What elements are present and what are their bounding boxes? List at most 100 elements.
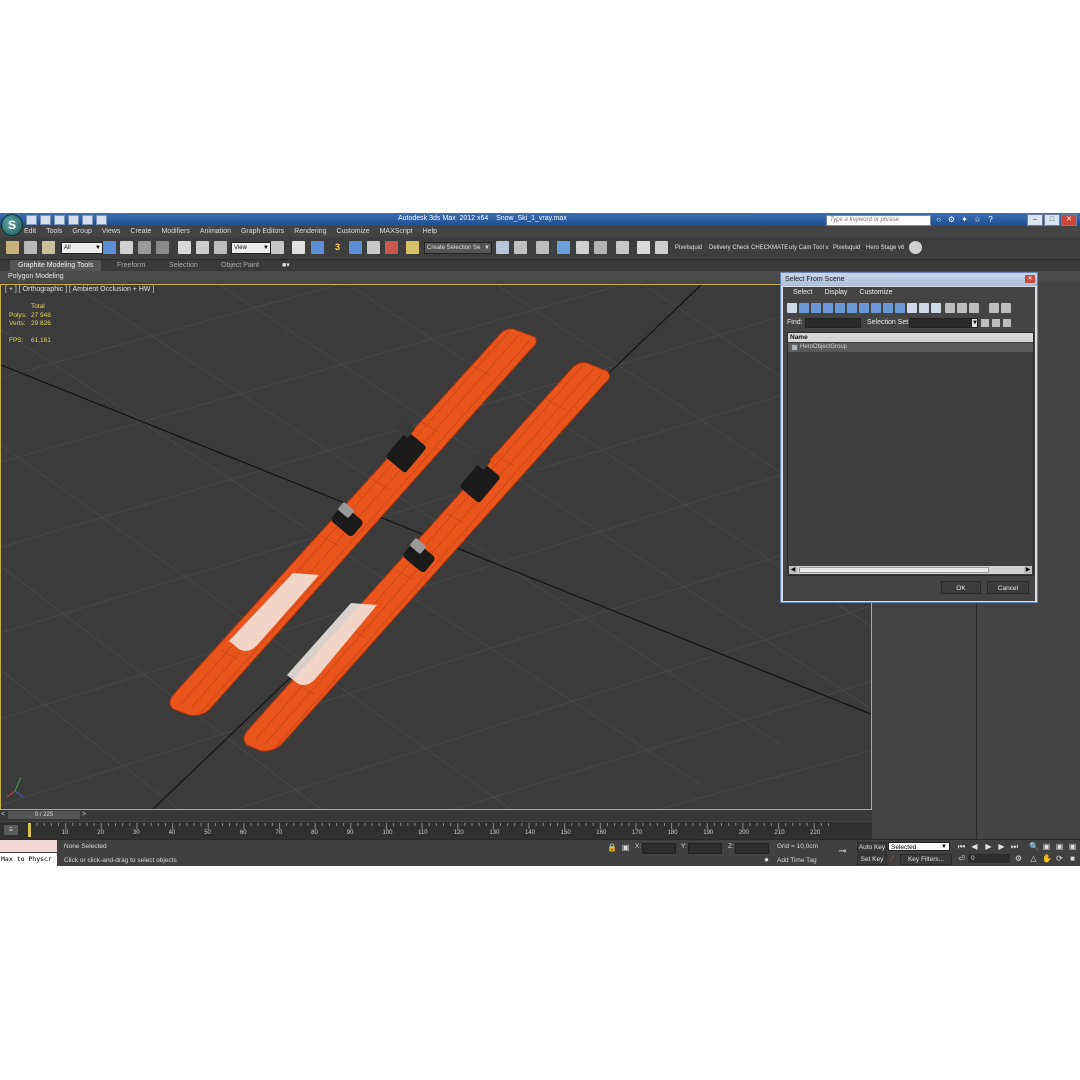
time-tag-icon[interactable]: ● <box>762 855 771 864</box>
spinner-snap-icon[interactable] <box>385 241 398 254</box>
material-editor-icon[interactable] <box>616 241 629 254</box>
graphite-toggle-icon[interactable] <box>557 241 570 254</box>
previous-frame-icon[interactable]: ◀ <box>970 842 979 851</box>
move-icon[interactable] <box>178 241 191 254</box>
time-slider-next-icon[interactable]: > <box>82 811 88 819</box>
bind-space-warp-icon[interactable] <box>42 241 55 254</box>
select-none-icon[interactable] <box>957 303 967 313</box>
display-none-icon[interactable] <box>919 303 929 313</box>
time-slider[interactable]: < 0 / 225 > <box>0 810 872 821</box>
current-frame-marker[interactable] <box>28 823 31 837</box>
menu-customize[interactable]: Customize <box>336 226 369 237</box>
tab-freeform[interactable]: Freeform <box>117 260 145 271</box>
filter-lights-icon[interactable] <box>811 303 821 313</box>
column-header-name[interactable]: Name <box>788 333 1033 342</box>
plugin-hero-stage-button[interactable]: Hero Stage v6 <box>866 245 904 251</box>
selection-lock-icon[interactable]: 🔒 <box>607 843 617 852</box>
field-of-view-icon[interactable]: △ <box>1029 854 1038 863</box>
tab-graphite-modeling-tools[interactable]: Graphite Modeling Tools <box>10 260 102 271</box>
filter-xrefs-icon[interactable] <box>871 303 881 313</box>
filter-shapes-icon[interactable] <box>799 303 809 313</box>
keyboard-shortcut-override-icon[interactable] <box>311 241 324 254</box>
ribbon-options-icon[interactable]: ■▾ <box>282 260 290 271</box>
zoom-all-icon[interactable]: ▣ <box>1042 842 1051 851</box>
menu-rendering[interactable]: Rendering <box>294 226 326 237</box>
zoom-icon[interactable]: 🔍 <box>1029 842 1039 851</box>
close-icon[interactable]: ✕ <box>1061 214 1077 226</box>
scroll-thumb[interactable] <box>799 567 989 573</box>
rotate-icon[interactable] <box>196 241 209 254</box>
absolute-mode-icon[interactable]: ▣ <box>621 843 630 852</box>
next-frame-icon[interactable]: ▶ <box>997 842 1006 851</box>
redo-icon[interactable] <box>82 215 93 225</box>
menu-create[interactable]: Create <box>130 226 151 237</box>
menu-help[interactable]: Help <box>423 226 437 237</box>
list-item[interactable]: HeroObjectGroup <box>788 343 1033 352</box>
window-crossing-icon[interactable] <box>156 241 169 254</box>
keyword-search-input[interactable]: Type a keyword or phrase <box>826 215 931 226</box>
display-all-icon[interactable] <box>907 303 917 313</box>
zoom-extents-icon[interactable]: ▣ <box>1055 842 1064 851</box>
viewport-label[interactable]: [ + ] [ Orthographic ] [ Ambient Occlusi… <box>5 286 154 293</box>
favorites-icon[interactable]: ☆ <box>973 215 982 224</box>
application-button-icon[interactable]: S <box>1 214 23 236</box>
scene-object-list[interactable]: Name HeroObjectGroup ◀ ▶ <box>787 332 1034 576</box>
filter-space-warps-icon[interactable] <box>847 303 857 313</box>
key-filter-icon[interactable]: ∕ <box>888 854 897 863</box>
play-icon[interactable]: ▶ <box>984 842 993 851</box>
menu-edit[interactable]: Edit <box>24 226 36 237</box>
scroll-right-icon[interactable]: ▶ <box>1024 566 1032 574</box>
angle-snap-icon[interactable] <box>349 241 362 254</box>
maxscript-listener[interactable]: Max to Physcr <box>0 840 57 866</box>
dialog-title[interactable]: Select From Scene <box>781 273 1037 286</box>
scroll-left-icon[interactable]: ◀ <box>789 566 797 574</box>
track-bar[interactable]: ☰ 10 20 30 40 50 60 70 80 90 100 110 120 130 140 150 16… <box>0 822 872 839</box>
selection-set-remove-icon[interactable] <box>992 319 1000 327</box>
zoom-extents-all-icon[interactable]: ▣ <box>1068 842 1077 851</box>
x-coordinate-field[interactable] <box>642 843 676 854</box>
dialog-menu-select[interactable]: Select <box>793 287 812 299</box>
link-icon[interactable] <box>6 241 19 254</box>
teapot-icon[interactable] <box>909 241 922 254</box>
menu-group[interactable]: Group <box>72 226 91 237</box>
key-filters-button[interactable]: Key Filters... <box>900 854 952 865</box>
time-configuration-icon[interactable]: ⚙ <box>1014 854 1023 863</box>
menu-tools[interactable]: Tools <box>46 226 62 237</box>
plugin-delivery-check-button[interactable]: Delivery Check <box>709 245 749 251</box>
scale-icon[interactable] <box>214 241 227 254</box>
filter-containers-icon[interactable] <box>895 303 905 313</box>
horizontal-scrollbar[interactable]: ◀ ▶ <box>789 566 1032 574</box>
selection-set-edit-icon[interactable] <box>1003 319 1011 327</box>
maxscript-input[interactable]: Max to Physcr <box>0 853 57 866</box>
schematic-view-icon[interactable] <box>594 241 607 254</box>
help-icon[interactable]: ? <box>986 215 995 224</box>
render-frame-icon[interactable] <box>655 241 668 254</box>
layer-manager-icon[interactable] <box>536 241 549 254</box>
select-object-icon[interactable] <box>103 241 116 254</box>
orbit-icon[interactable]: ⟳ <box>1055 854 1064 863</box>
select-by-name-icon[interactable] <box>120 241 133 254</box>
display-invert-icon[interactable] <box>931 303 941 313</box>
go-to-start-icon[interactable]: ⏮ <box>957 842 966 851</box>
minimize-icon[interactable]: – <box>1027 214 1043 226</box>
restore-icon[interactable]: □ <box>1044 214 1060 226</box>
menu-animation[interactable]: Animation <box>200 226 231 237</box>
curve-editor-icon[interactable] <box>576 241 589 254</box>
filter-geometry-icon[interactable] <box>787 303 797 313</box>
filter-helpers-icon[interactable] <box>835 303 845 313</box>
subscription-icon[interactable]: ⚙ <box>947 215 956 224</box>
orthographic-viewport[interactable]: [ + ] [ Orthographic ] [ Ambient Occlusi… <box>0 284 872 810</box>
plugin-pixelsquid-2-button[interactable]: Pixelsquid <box>833 245 860 251</box>
cancel-button[interactable]: Cancel <box>987 581 1029 594</box>
dialog-close-icon[interactable]: ✕ <box>1025 275 1035 283</box>
add-time-tag-button[interactable]: Add Time Tag <box>777 857 817 864</box>
go-to-end-icon[interactable]: ⏭ <box>1010 842 1019 851</box>
save-file-icon[interactable] <box>54 215 65 225</box>
dialog-menu-display[interactable]: Display <box>824 287 847 299</box>
maximize-viewport-icon[interactable]: ■ <box>1068 854 1077 863</box>
select-manipulate-icon[interactable] <box>292 241 305 254</box>
time-slider-thumb[interactable]: 0 / 225 <box>8 811 80 819</box>
snaps-toggle-icon[interactable]: 3 <box>331 241 344 254</box>
rectangular-region-icon[interactable] <box>138 241 151 254</box>
undo-icon[interactable] <box>68 215 79 225</box>
